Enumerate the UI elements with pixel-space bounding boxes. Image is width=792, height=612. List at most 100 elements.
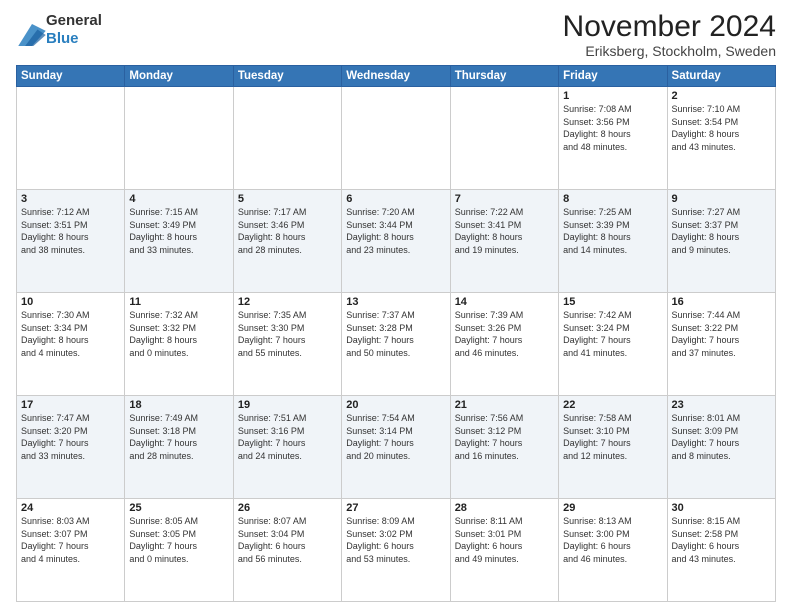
table-row: 29Sunrise: 8:13 AMSunset: 3:00 PMDayligh… <box>559 499 667 602</box>
location: Eriksberg, Stockholm, Sweden <box>563 43 776 59</box>
day-info: Sunrise: 7:51 AMSunset: 3:16 PMDaylight:… <box>238 412 337 462</box>
table-row: 25Sunrise: 8:05 AMSunset: 3:05 PMDayligh… <box>125 499 233 602</box>
table-row: 27Sunrise: 8:09 AMSunset: 3:02 PMDayligh… <box>342 499 450 602</box>
day-info: Sunrise: 7:58 AMSunset: 3:10 PMDaylight:… <box>563 412 662 462</box>
day-info: Sunrise: 7:49 AMSunset: 3:18 PMDaylight:… <box>129 412 228 462</box>
table-row: 24Sunrise: 8:03 AMSunset: 3:07 PMDayligh… <box>17 499 125 602</box>
day-number: 23 <box>672 399 771 411</box>
table-row: 2Sunrise: 7:10 AMSunset: 3:54 PMDaylight… <box>667 87 775 190</box>
day-info: Sunrise: 7:37 AMSunset: 3:28 PMDaylight:… <box>346 309 445 359</box>
day-number: 15 <box>563 296 662 308</box>
table-row: 13Sunrise: 7:37 AMSunset: 3:28 PMDayligh… <box>342 293 450 396</box>
day-info: Sunrise: 7:20 AMSunset: 3:44 PMDaylight:… <box>346 206 445 256</box>
col-tuesday: Tuesday <box>233 66 341 87</box>
table-row: 7Sunrise: 7:22 AMSunset: 3:41 PMDaylight… <box>450 190 558 293</box>
day-info: Sunrise: 8:01 AMSunset: 3:09 PMDaylight:… <box>672 412 771 462</box>
table-row: 6Sunrise: 7:20 AMSunset: 3:44 PMDaylight… <box>342 190 450 293</box>
day-number: 7 <box>455 193 554 205</box>
day-number: 10 <box>21 296 120 308</box>
day-info: Sunrise: 7:42 AMSunset: 3:24 PMDaylight:… <box>563 309 662 359</box>
table-row: 19Sunrise: 7:51 AMSunset: 3:16 PMDayligh… <box>233 396 341 499</box>
day-number: 6 <box>346 193 445 205</box>
table-row: 10Sunrise: 7:30 AMSunset: 3:34 PMDayligh… <box>17 293 125 396</box>
table-row <box>233 87 341 190</box>
day-number: 19 <box>238 399 337 411</box>
table-row: 30Sunrise: 8:15 AMSunset: 2:58 PMDayligh… <box>667 499 775 602</box>
table-row: 9Sunrise: 7:27 AMSunset: 3:37 PMDaylight… <box>667 190 775 293</box>
day-number: 14 <box>455 296 554 308</box>
table-row: 5Sunrise: 7:17 AMSunset: 3:46 PMDaylight… <box>233 190 341 293</box>
table-row: 14Sunrise: 7:39 AMSunset: 3:26 PMDayligh… <box>450 293 558 396</box>
day-number: 21 <box>455 399 554 411</box>
col-sunday: Sunday <box>17 66 125 87</box>
header: General Blue November 2024 Eriksberg, St… <box>16 10 776 59</box>
table-row: 23Sunrise: 8:01 AMSunset: 3:09 PMDayligh… <box>667 396 775 499</box>
day-info: Sunrise: 7:17 AMSunset: 3:46 PMDaylight:… <box>238 206 337 256</box>
col-friday: Friday <box>559 66 667 87</box>
day-number: 20 <box>346 399 445 411</box>
day-info: Sunrise: 8:11 AMSunset: 3:01 PMDaylight:… <box>455 515 554 565</box>
calendar-week-row: 10Sunrise: 7:30 AMSunset: 3:34 PMDayligh… <box>17 293 776 396</box>
day-number: 16 <box>672 296 771 308</box>
day-number: 29 <box>563 502 662 514</box>
day-info: Sunrise: 7:25 AMSunset: 3:39 PMDaylight:… <box>563 206 662 256</box>
table-row: 3Sunrise: 7:12 AMSunset: 3:51 PMDaylight… <box>17 190 125 293</box>
day-info: Sunrise: 7:30 AMSunset: 3:34 PMDaylight:… <box>21 309 120 359</box>
table-row: 12Sunrise: 7:35 AMSunset: 3:30 PMDayligh… <box>233 293 341 396</box>
day-info: Sunrise: 7:54 AMSunset: 3:14 PMDaylight:… <box>346 412 445 462</box>
day-number: 13 <box>346 296 445 308</box>
table-row: 18Sunrise: 7:49 AMSunset: 3:18 PMDayligh… <box>125 396 233 499</box>
day-number: 28 <box>455 502 554 514</box>
day-number: 27 <box>346 502 445 514</box>
day-info: Sunrise: 7:39 AMSunset: 3:26 PMDaylight:… <box>455 309 554 359</box>
month-title: November 2024 <box>563 10 776 43</box>
table-row <box>450 87 558 190</box>
table-row: 21Sunrise: 7:56 AMSunset: 3:12 PMDayligh… <box>450 396 558 499</box>
col-saturday: Saturday <box>667 66 775 87</box>
day-number: 17 <box>21 399 120 411</box>
day-number: 8 <box>563 193 662 205</box>
calendar-week-row: 24Sunrise: 8:03 AMSunset: 3:07 PMDayligh… <box>17 499 776 602</box>
day-number: 30 <box>672 502 771 514</box>
table-row: 26Sunrise: 8:07 AMSunset: 3:04 PMDayligh… <box>233 499 341 602</box>
day-info: Sunrise: 7:35 AMSunset: 3:30 PMDaylight:… <box>238 309 337 359</box>
day-info: Sunrise: 8:05 AMSunset: 3:05 PMDaylight:… <box>129 515 228 565</box>
day-info: Sunrise: 7:08 AMSunset: 3:56 PMDaylight:… <box>563 103 662 153</box>
day-number: 12 <box>238 296 337 308</box>
day-info: Sunrise: 8:09 AMSunset: 3:02 PMDaylight:… <box>346 515 445 565</box>
table-row: 1Sunrise: 7:08 AMSunset: 3:56 PMDaylight… <box>559 87 667 190</box>
table-row: 11Sunrise: 7:32 AMSunset: 3:32 PMDayligh… <box>125 293 233 396</box>
table-row: 16Sunrise: 7:44 AMSunset: 3:22 PMDayligh… <box>667 293 775 396</box>
col-wednesday: Wednesday <box>342 66 450 87</box>
day-info: Sunrise: 7:32 AMSunset: 3:32 PMDaylight:… <box>129 309 228 359</box>
day-info: Sunrise: 8:13 AMSunset: 3:00 PMDaylight:… <box>563 515 662 565</box>
table-row: 17Sunrise: 7:47 AMSunset: 3:20 PMDayligh… <box>17 396 125 499</box>
day-number: 2 <box>672 90 771 102</box>
calendar-week-row: 17Sunrise: 7:47 AMSunset: 3:20 PMDayligh… <box>17 396 776 499</box>
day-info: Sunrise: 8:07 AMSunset: 3:04 PMDaylight:… <box>238 515 337 565</box>
day-number: 3 <box>21 193 120 205</box>
logo-blue: Blue <box>46 30 79 47</box>
calendar-header-row: Sunday Monday Tuesday Wednesday Thursday… <box>17 66 776 87</box>
logo-text: General Blue <box>46 10 102 46</box>
day-number: 24 <box>21 502 120 514</box>
logo-general: General <box>46 12 102 29</box>
day-number: 22 <box>563 399 662 411</box>
table-row: 20Sunrise: 7:54 AMSunset: 3:14 PMDayligh… <box>342 396 450 499</box>
day-number: 25 <box>129 502 228 514</box>
day-number: 1 <box>563 90 662 102</box>
col-monday: Monday <box>125 66 233 87</box>
day-number: 26 <box>238 502 337 514</box>
day-number: 9 <box>672 193 771 205</box>
day-info: Sunrise: 7:10 AMSunset: 3:54 PMDaylight:… <box>672 103 771 153</box>
day-info: Sunrise: 7:27 AMSunset: 3:37 PMDaylight:… <box>672 206 771 256</box>
day-info: Sunrise: 8:15 AMSunset: 2:58 PMDaylight:… <box>672 515 771 565</box>
table-row: 15Sunrise: 7:42 AMSunset: 3:24 PMDayligh… <box>559 293 667 396</box>
calendar-week-row: 3Sunrise: 7:12 AMSunset: 3:51 PMDaylight… <box>17 190 776 293</box>
day-info: Sunrise: 7:44 AMSunset: 3:22 PMDaylight:… <box>672 309 771 359</box>
calendar-week-row: 1Sunrise: 7:08 AMSunset: 3:56 PMDaylight… <box>17 87 776 190</box>
day-info: Sunrise: 7:47 AMSunset: 3:20 PMDaylight:… <box>21 412 120 462</box>
page: General Blue November 2024 Eriksberg, St… <box>0 0 792 612</box>
table-row: 8Sunrise: 7:25 AMSunset: 3:39 PMDaylight… <box>559 190 667 293</box>
calendar: Sunday Monday Tuesday Wednesday Thursday… <box>16 65 776 602</box>
